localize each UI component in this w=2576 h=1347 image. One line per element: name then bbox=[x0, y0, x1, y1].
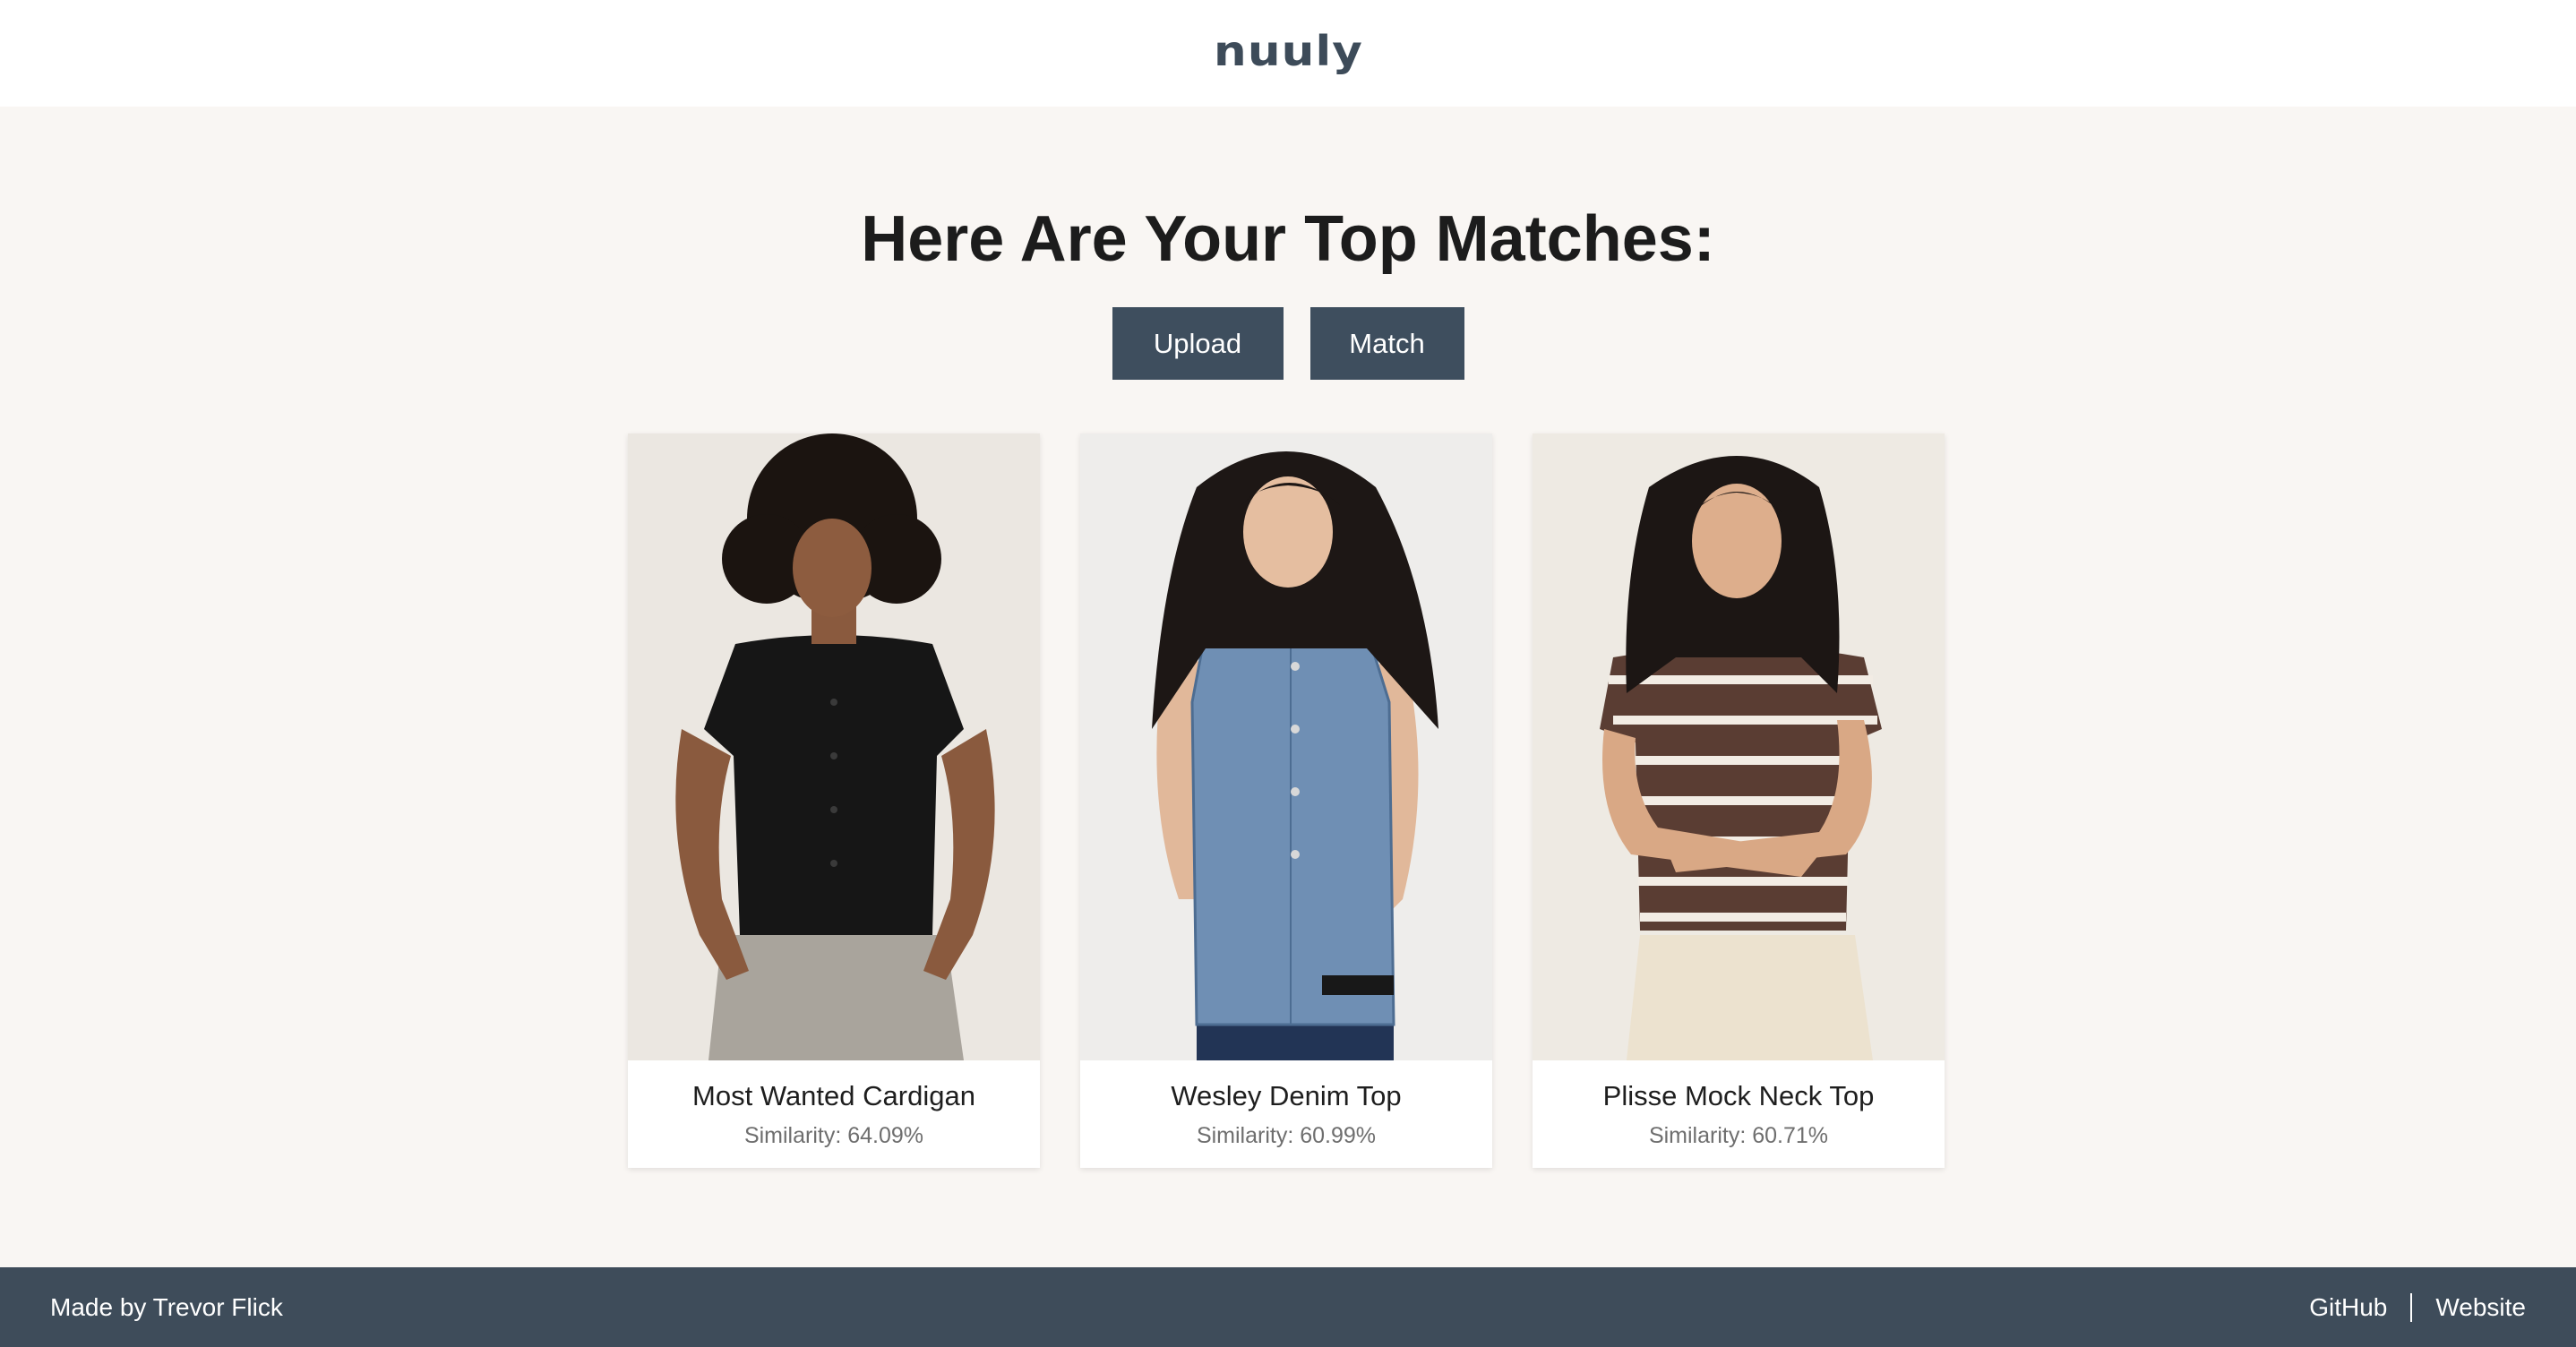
page-title: Here Are Your Top Matches: bbox=[861, 203, 1715, 275]
nuuly-logo[interactable]: nuuly bbox=[1214, 27, 1363, 75]
github-link[interactable]: GitHub bbox=[2309, 1293, 2387, 1322]
card-info: Plisse Mock Neck Top Similarity: 60.71% bbox=[1533, 1060, 1945, 1168]
card-info: Wesley Denim Top Similarity: 60.99% bbox=[1080, 1060, 1492, 1168]
model-black-cardigan-image bbox=[628, 433, 1040, 1060]
product-name[interactable]: Plisse Mock Neck Top bbox=[1603, 1080, 1875, 1112]
site-footer: Made by Trevor Flick GitHub Website bbox=[0, 1267, 2576, 1347]
upload-button[interactable]: Upload bbox=[1112, 307, 1284, 380]
product-name[interactable]: Wesley Denim Top bbox=[1171, 1080, 1401, 1112]
product-image[interactable] bbox=[628, 433, 1040, 1060]
result-card[interactable]: Wesley Denim Top Similarity: 60.99% bbox=[1080, 433, 1492, 1168]
results-grid: Most Wanted Cardigan Similarity: 64.09% bbox=[628, 433, 1945, 1168]
model-striped-top-image bbox=[1533, 433, 1945, 1060]
similarity-score: Similarity: 60.99% bbox=[1196, 1122, 1377, 1148]
site-header: nuuly bbox=[0, 0, 2576, 107]
model-denim-vest-image bbox=[1080, 433, 1492, 1060]
footer-credit: Made by Trevor Flick bbox=[50, 1292, 283, 1321]
page: nuuly Here Are Your Top Matches: Upload … bbox=[0, 0, 2576, 1347]
website-link[interactable]: Website bbox=[2435, 1293, 2526, 1322]
product-name[interactable]: Most Wanted Cardigan bbox=[692, 1080, 975, 1112]
product-image[interactable] bbox=[1080, 433, 1492, 1060]
result-card[interactable]: Most Wanted Cardigan Similarity: 64.09% bbox=[628, 433, 1040, 1168]
footer-divider bbox=[2410, 1292, 2413, 1322]
similarity-score: Similarity: 64.09% bbox=[743, 1122, 924, 1148]
action-buttons: Upload Match bbox=[0, 307, 2576, 380]
result-card[interactable]: Plisse Mock Neck Top Similarity: 60.71% bbox=[1533, 433, 1945, 1168]
similarity-score: Similarity: 60.71% bbox=[1648, 1122, 1829, 1148]
match-button[interactable]: Match bbox=[1309, 307, 1464, 380]
footer-links: GitHub Website bbox=[2309, 1292, 2526, 1322]
card-info: Most Wanted Cardigan Similarity: 64.09% bbox=[628, 1060, 1040, 1168]
product-image[interactable] bbox=[1533, 433, 1945, 1060]
